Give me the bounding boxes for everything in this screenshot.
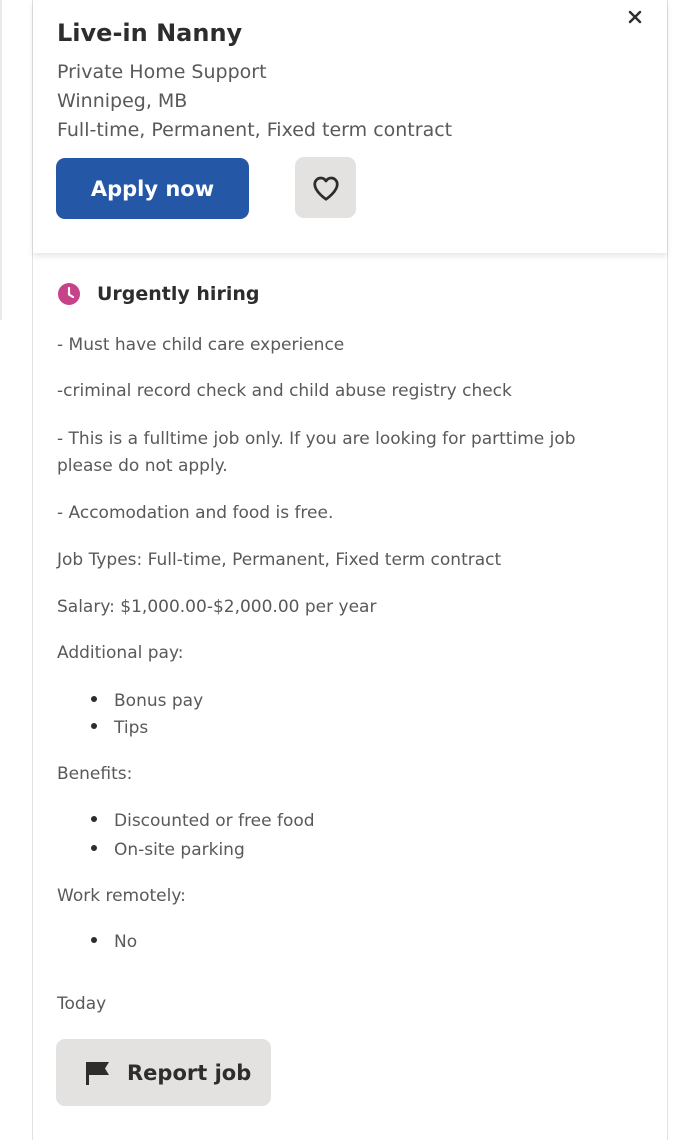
list-item: No <box>91 929 137 956</box>
bullet <box>91 937 97 943</box>
description-line: - This is a fulltime job only. If you ar… <box>57 429 576 449</box>
bullet <box>91 723 97 729</box>
left-panel-edge <box>0 0 2 320</box>
posted-date: Today <box>57 994 107 1014</box>
list-item: Bonus pay <box>91 688 203 715</box>
apply-now-label: Apply now <box>90 176 215 201</box>
benefits-heading: Benefits: <box>57 764 133 784</box>
job-title: Live-in Nanny <box>57 19 243 47</box>
list-item: On-site parking <box>91 837 245 864</box>
panel-border-right <box>667 0 668 1140</box>
salary-line: Salary: $1,000.00-$2,000.00 per year <box>57 597 377 617</box>
heart-outline-icon <box>312 176 339 201</box>
description-line: please do not apply. <box>57 456 228 476</box>
list-item: Discounted or free food <box>91 808 315 835</box>
urgently-hiring-label: Urgently hiring <box>97 283 260 305</box>
close-icon <box>628 10 642 24</box>
additional-pay-heading: Additional pay: <box>57 643 184 663</box>
bullet <box>91 816 97 822</box>
save-job-button[interactable] <box>295 157 356 218</box>
job-details-page: Live-in Nanny Private Home Support Winni… <box>0 0 700 1140</box>
description-line: - Accomodation and food is free. <box>57 503 334 523</box>
job-types: Full-time, Permanent, Fixed term contrac… <box>57 119 453 141</box>
report-job-label: Report job <box>127 1060 252 1085</box>
clock-icon <box>58 283 80 305</box>
description-line: - Must have child care experience <box>57 335 345 355</box>
flag-icon <box>86 1061 109 1085</box>
apply-now-button[interactable]: Apply now <box>56 158 249 219</box>
job-location: Winnipeg, MB <box>57 90 188 112</box>
report-job-button[interactable]: Report job <box>56 1039 271 1106</box>
job-types-line: Job Types: Full-time, Permanent, Fixed t… <box>57 550 502 570</box>
urgently-hiring-badge: Urgently hiring <box>57 280 259 308</box>
company-name: Private Home Support <box>57 61 267 83</box>
description-line: -criminal record check and child abuse r… <box>57 381 512 401</box>
bullet <box>91 696 97 702</box>
close-button[interactable] <box>622 4 648 30</box>
work-remotely-heading: Work remotely: <box>57 886 186 906</box>
bullet <box>91 845 97 851</box>
list-item: Tips <box>91 715 148 742</box>
